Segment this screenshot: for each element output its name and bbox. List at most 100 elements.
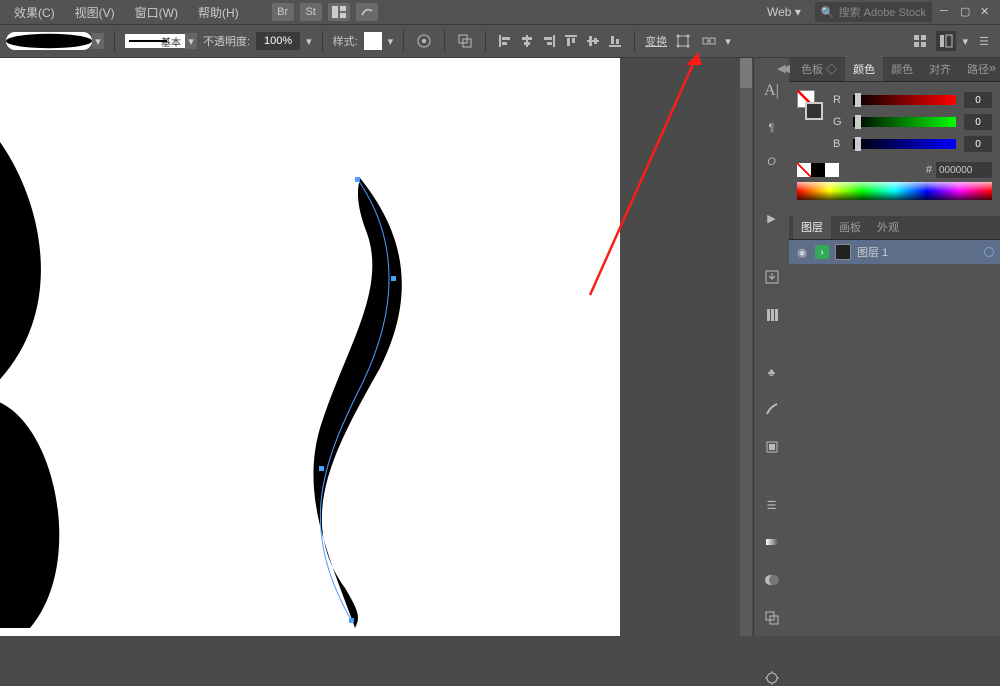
black-chip[interactable] (811, 163, 825, 177)
tab-align[interactable]: 对齐 (921, 57, 959, 81)
chevron-down-icon[interactable]: ▾ (388, 35, 394, 48)
slider-thumb[interactable] (855, 93, 861, 107)
align-buttons (496, 32, 624, 50)
menu-help[interactable]: 帮助(H) (188, 0, 249, 25)
anchor-point[interactable] (355, 177, 360, 182)
tab-color-guide[interactable]: 颜色 (883, 57, 921, 81)
tab-appearance[interactable]: 外观 (869, 215, 907, 239)
align-vcenter-icon[interactable] (584, 32, 602, 50)
stroke-profile-dropdown[interactable]: ▾ (185, 33, 197, 49)
tab-swatches[interactable]: 色板 ◇ (793, 57, 845, 81)
panel-toggle-icon[interactable] (936, 31, 956, 51)
transform-link[interactable]: 变换 (645, 33, 667, 49)
flyout-menu-icon[interactable]: ☰ (974, 31, 994, 51)
layer-name[interactable]: 图层 1 (857, 244, 888, 260)
menu-effects[interactable]: 效果(C) (4, 0, 65, 25)
transparency-panel-icon[interactable] (760, 572, 784, 588)
menu-view[interactable]: 视图(V) (65, 0, 125, 25)
opacity-input[interactable] (256, 32, 300, 50)
stroke-profile-preview[interactable]: 基本 (125, 34, 185, 48)
menubar: 效果(C) 视图(V) 窗口(W) 帮助(H) Br St Web ▾ 🔍 搜索… (0, 0, 1000, 24)
slider-thumb[interactable] (855, 115, 861, 129)
hex-input[interactable] (936, 162, 992, 178)
color-panel: R G B (789, 82, 1000, 208)
character-panel-icon[interactable]: A| (760, 82, 784, 100)
doc-profile-dropdown[interactable]: Web ▾ (761, 3, 807, 21)
none-color-chip[interactable] (797, 163, 811, 177)
visibility-icon[interactable]: ◉ (795, 246, 809, 259)
chevron-down-icon[interactable]: ▾ (725, 35, 731, 48)
expand-layer-icon[interactable]: › (815, 245, 829, 259)
recolor-icon[interactable] (414, 31, 434, 51)
brush-preview[interactable] (6, 32, 92, 50)
right-dock: A| ¶ O ▶ ♣ ☰ » 色板 ◇ 颜色 颜色 对齐 路径 (753, 58, 1000, 636)
properties-panel-icon[interactable] (760, 670, 784, 686)
g-slider[interactable] (853, 117, 956, 127)
r-slider[interactable] (853, 95, 956, 105)
scroll-thumb[interactable] (740, 58, 752, 88)
color-spectrum[interactable] (797, 182, 992, 200)
style-swatch[interactable] (364, 32, 382, 50)
collapse-dock-icon[interactable]: ◀◀ (777, 62, 786, 75)
r-input[interactable] (964, 92, 992, 108)
g-input[interactable] (964, 114, 992, 130)
anchor-point[interactable] (319, 466, 324, 471)
paragraph-panel-icon[interactable]: ¶ (760, 122, 784, 134)
panel-collapse-icon[interactable]: » (989, 60, 996, 75)
chevron-down-icon: ▾ (795, 5, 801, 19)
vector-shape-left (0, 118, 59, 628)
opentype-panel-icon[interactable]: O (760, 156, 784, 168)
graphic-styles-icon[interactable] (760, 439, 784, 455)
fill-stroke-swatches[interactable] (797, 90, 823, 120)
target-icon[interactable] (984, 247, 994, 257)
align-left-icon[interactable] (496, 32, 514, 50)
align-right-icon[interactable] (540, 32, 558, 50)
slider-thumb[interactable] (855, 137, 861, 151)
style-label: 样式: (333, 33, 358, 49)
brush-dropdown[interactable]: ▾ (92, 33, 104, 49)
align-hcenter-icon[interactable] (518, 32, 536, 50)
chevron-down-icon[interactable]: ▾ (962, 35, 968, 48)
stroke-style-label: 基本 (161, 34, 181, 49)
pathfinder-panel-icon[interactable] (760, 610, 784, 626)
stock-icon[interactable]: St (300, 3, 322, 21)
align-panel-icon[interactable] (760, 307, 784, 323)
color-panel-tabs: 色板 ◇ 颜色 颜色 对齐 路径 (789, 58, 1000, 82)
menu-window[interactable]: 窗口(W) (125, 0, 188, 25)
minimize-icon[interactable]: ─ (940, 5, 954, 19)
isolate-icon[interactable] (455, 31, 475, 51)
close-icon[interactable]: ✕ (980, 5, 994, 19)
b-label: B (833, 138, 845, 150)
chevron-down-icon[interactable]: ▾ (306, 35, 312, 48)
white-chip[interactable] (825, 163, 839, 177)
b-input[interactable] (964, 136, 992, 152)
stroke-swatch[interactable] (805, 102, 823, 120)
gradient-panel-icon[interactable] (760, 534, 784, 550)
tab-layers[interactable]: 图层 (793, 215, 831, 239)
gpu-icon[interactable] (356, 3, 378, 21)
symbols-panel-icon[interactable]: ♣ (760, 367, 784, 379)
anchor-point[interactable] (349, 618, 354, 623)
search-adobe-stock[interactable]: 🔍 搜索 Adobe Stock (815, 2, 932, 22)
align-top-icon[interactable] (562, 32, 580, 50)
grid-icon[interactable] (910, 31, 930, 51)
tab-artboards[interactable]: 画板 (831, 215, 869, 239)
tab-color[interactable]: 颜色 (845, 57, 883, 81)
layer-row[interactable]: ◉ › 图层 1 (789, 240, 1000, 264)
doc-profile-label: Web (767, 5, 791, 19)
asset-export-icon[interactable] (760, 269, 784, 285)
maximize-icon[interactable]: ▢ (960, 5, 974, 19)
vertical-scrollbar[interactable] (740, 58, 752, 636)
stroke-panel-icon[interactable]: ☰ (760, 499, 784, 512)
align-bottom-icon[interactable] (606, 32, 624, 50)
search-icon: 🔍 (821, 6, 835, 19)
b-slider[interactable] (853, 139, 956, 149)
artboard[interactable] (0, 58, 620, 636)
arrange-docs-icon[interactable] (328, 3, 350, 21)
anchor-point[interactable] (391, 276, 396, 281)
transform-box-icon[interactable] (673, 31, 693, 51)
constrain-icon[interactable] (699, 31, 719, 51)
brushes-panel-icon[interactable] (760, 401, 784, 417)
bridge-icon[interactable]: Br (272, 3, 294, 21)
actions-panel-icon[interactable]: ▶ (760, 212, 784, 225)
